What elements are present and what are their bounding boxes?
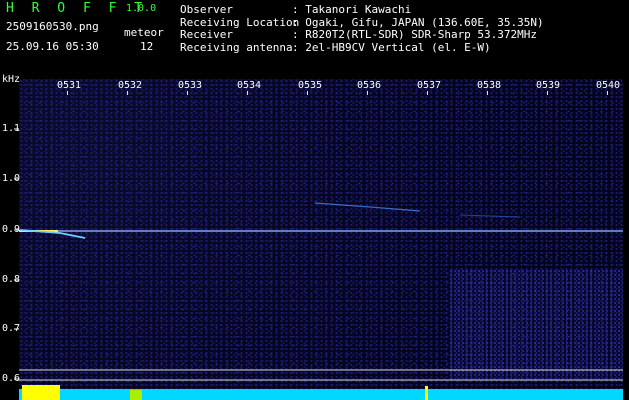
signal-strength-peak [130,390,142,400]
signal-strength-baseline [19,389,623,400]
y-tick-marks [14,128,19,380]
spectrogram-overlay [14,128,623,400]
signal-strength-peak [22,385,60,400]
meteor-trail [459,214,521,218]
meteor-trail [314,202,421,212]
signal-strength-peak [425,386,428,400]
